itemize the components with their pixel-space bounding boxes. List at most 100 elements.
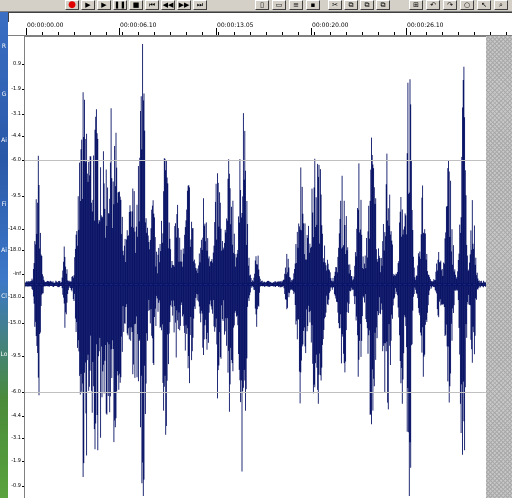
ruler-minor-tick bbox=[362, 32, 363, 35]
amplitude-label: -18.0 bbox=[8, 247, 21, 253]
amplitude-label: -4.4 bbox=[11, 413, 21, 419]
taskbar-item[interactable]: Ai bbox=[0, 138, 8, 144]
loop-button[interactable]: ○ bbox=[460, 0, 474, 10]
record-icon: ● bbox=[68, 0, 76, 10]
trim-icon: ⊞ bbox=[413, 0, 419, 9]
paste-button[interactable]: ⧉ bbox=[360, 0, 374, 10]
ruler-time-label: 00:00:00.00 bbox=[27, 22, 64, 29]
amplitude-label: -6.0 bbox=[11, 157, 21, 163]
amplitude-label: -inf bbox=[12, 271, 21, 277]
ruler-minor-tick bbox=[106, 32, 107, 35]
amplitude-tick bbox=[22, 416, 24, 417]
pause-icon: ❚❚ bbox=[114, 0, 126, 9]
paste-mix-button[interactable]: ⧉ bbox=[376, 0, 390, 10]
copy-button[interactable]: ⧉ bbox=[344, 0, 358, 10]
amplitude-label: 0.9 bbox=[13, 61, 21, 67]
ruler-minor-tick bbox=[234, 32, 235, 35]
ruler-minor-tick bbox=[42, 32, 43, 35]
redo-button[interactable]: ↷ bbox=[443, 0, 457, 10]
center-line bbox=[25, 284, 486, 285]
ruler-minor-tick bbox=[250, 32, 251, 35]
fast-forward-icon: ▶▶ bbox=[178, 0, 190, 9]
amplitude-tick bbox=[22, 323, 24, 324]
loop-icon: ○ bbox=[463, 0, 471, 9]
ruler-minor-tick bbox=[490, 32, 491, 35]
paste-icon: ⧉ bbox=[364, 0, 370, 9]
zoom-button[interactable]: ⌕ bbox=[494, 0, 508, 10]
properties-icon: ≡ bbox=[293, 0, 299, 9]
desktop-taskbar-edge: R G Ai Fi Ai Cl Lo bbox=[0, 12, 8, 498]
stop-button[interactable]: ■ bbox=[129, 0, 143, 10]
rewind-icon: ◀◀ bbox=[162, 0, 174, 9]
amplitude-guide-line bbox=[25, 160, 486, 161]
save-icon: ▪ bbox=[310, 0, 316, 9]
pause-button[interactable]: ❚❚ bbox=[113, 0, 127, 10]
ruler-minor-tick bbox=[58, 32, 59, 35]
go-end-button[interactable]: ⏭ bbox=[193, 0, 207, 10]
trim-button[interactable]: ⊞ bbox=[409, 0, 423, 10]
open-file-button[interactable]: ▭ bbox=[272, 0, 286, 10]
paste-mix-icon: ⧉ bbox=[380, 0, 386, 9]
go-start-button[interactable]: ⏮ bbox=[145, 0, 159, 10]
amplitude-tick bbox=[22, 114, 24, 115]
ruler-minor-tick bbox=[442, 32, 443, 35]
amplitude-tick bbox=[22, 438, 24, 439]
taskbar-item[interactable]: Cl bbox=[0, 294, 8, 300]
waveform-display[interactable] bbox=[25, 36, 512, 498]
amplitude-label: -18.0 bbox=[8, 294, 21, 300]
record-button[interactable]: ● bbox=[65, 0, 79, 10]
new-file-icon: ▯ bbox=[260, 0, 264, 9]
open-file-icon: ▭ bbox=[275, 0, 283, 9]
ruler-minor-tick bbox=[138, 32, 139, 35]
ruler-minor-tick bbox=[266, 32, 267, 35]
time-ruler[interactable]: 00:00:00.00 00:00:06.10 00:00:13.05 00:00:2… bbox=[8, 22, 512, 36]
undo-button[interactable]: ↶ bbox=[426, 0, 440, 10]
cut-icon: ✂ bbox=[332, 0, 338, 9]
play-loop-button[interactable]: ▶ bbox=[97, 0, 111, 10]
waveform-canvas bbox=[25, 44, 486, 496]
new-file-button[interactable]: ▯ bbox=[255, 0, 269, 10]
amplitude-guide-line bbox=[25, 392, 486, 393]
select-button[interactable]: ↖ bbox=[477, 0, 491, 10]
amplitude-axis: 0.9 -1.9 -3.1 -4.4 -6.0 -9.5 -14.0 -18.0 -inf -18… bbox=[8, 36, 25, 498]
cut-button[interactable]: ✂ bbox=[328, 0, 342, 10]
ruler-major-tick bbox=[311, 28, 312, 35]
amplitude-label: -6.0 bbox=[11, 389, 21, 395]
ruler-major-tick bbox=[216, 28, 217, 35]
ruler-minor-tick bbox=[474, 32, 475, 35]
save-button[interactable]: ▪ bbox=[306, 0, 320, 10]
selection-status-strip bbox=[8, 12, 512, 22]
amplitude-label: -9.5 bbox=[11, 353, 21, 359]
ruler-time-label: 00:00:26.10 bbox=[407, 22, 444, 29]
amplitude-label: -15.0 bbox=[8, 320, 21, 326]
ruler-minor-tick bbox=[410, 32, 411, 35]
properties-button[interactable]: ≡ bbox=[289, 0, 303, 10]
amplitude-tick bbox=[22, 356, 24, 357]
select-icon: ↖ bbox=[481, 0, 487, 9]
ruler-time-label: 00:00:20.00 bbox=[312, 22, 349, 29]
amplitude-tick bbox=[22, 64, 24, 65]
ruler-minor-tick bbox=[378, 32, 379, 35]
taskbar-item[interactable]: Ai bbox=[0, 248, 8, 254]
taskbar-item[interactable]: G bbox=[0, 92, 8, 98]
ruler-minor-tick bbox=[90, 32, 91, 35]
fast-forward-button[interactable]: ▶▶ bbox=[177, 0, 191, 10]
amplitude-tick bbox=[22, 297, 24, 298]
amplitude-label: -0.9 bbox=[11, 483, 21, 489]
ruler-minor-tick bbox=[154, 32, 155, 35]
taskbar-item[interactable]: Fi bbox=[0, 202, 8, 208]
go-start-icon: ⏮ bbox=[148, 0, 156, 9]
ruler-minor-tick bbox=[202, 32, 203, 35]
ruler-minor-tick bbox=[458, 32, 459, 35]
ruler-minor-tick bbox=[394, 32, 395, 35]
taskbar-item[interactable]: R bbox=[0, 44, 8, 50]
undo-icon: ↶ bbox=[430, 0, 436, 9]
play-icon: ▶ bbox=[85, 0, 91, 9]
taskbar-item[interactable]: Lo bbox=[0, 352, 8, 358]
rewind-button[interactable]: ◀◀ bbox=[161, 0, 175, 10]
ruler-minor-tick bbox=[186, 32, 187, 35]
ruler-minor-tick bbox=[298, 32, 299, 35]
ruler-minor-tick bbox=[346, 32, 347, 35]
redo-icon: ↷ bbox=[447, 0, 453, 9]
play-button[interactable]: ▶ bbox=[81, 0, 95, 10]
